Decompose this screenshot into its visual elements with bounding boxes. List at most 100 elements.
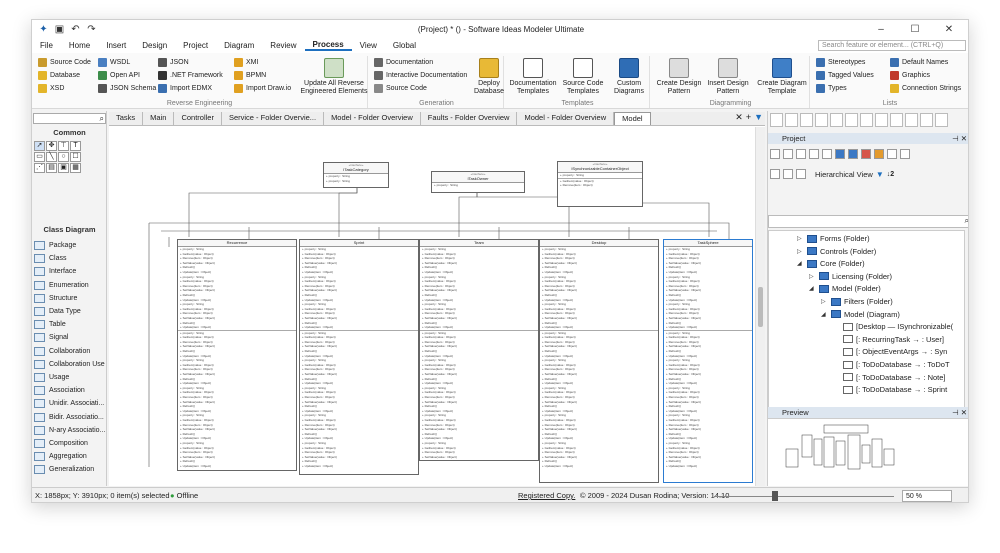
expander-icon[interactable]: ◢ <box>797 260 804 267</box>
common-section-header[interactable]: Common <box>32 128 107 137</box>
tab-service-folder-overview[interactable]: Service - Folder Overvie... <box>222 112 325 125</box>
toolbox-item-package[interactable]: Package <box>34 239 106 252</box>
expander-icon[interactable]: ▷ <box>821 298 828 305</box>
text-icon[interactable]: T <box>70 141 81 151</box>
import-edmx-button[interactable]: Import EDMX <box>158 84 212 93</box>
class-sprint[interactable]: Sprint + property : String + GetItem(value… <box>299 239 419 475</box>
tab-list-icon[interactable]: ▼ <box>754 112 763 123</box>
menu-diagram[interactable]: Diagram <box>216 41 262 50</box>
preview-pin-icon[interactable]: ⊣ ✕ <box>952 407 967 418</box>
class-team[interactable]: Team + property : String + GetItem(value :… <box>419 239 539 461</box>
toolbox-item-collaboration-use[interactable]: Collaboration Use <box>34 358 106 371</box>
class-isynchronizablecontainerobject[interactable]: «interface» ISynchronizableContainerObjec… <box>557 161 643 207</box>
panel-tool-12-icon[interactable] <box>935 113 948 127</box>
tab-model[interactable]: Model <box>614 112 651 125</box>
project-search-icon[interactable]: ⌕ <box>965 216 968 226</box>
tab-main[interactable]: Main <box>143 112 175 125</box>
xmi-button[interactable]: XMI <box>234 58 258 67</box>
toolbox-item-enumeration[interactable]: Enumeration <box>34 279 106 292</box>
zoom-slider-thumb[interactable] <box>772 491 778 501</box>
create-design-pattern-button[interactable]: Create Design Pattern <box>654 58 704 96</box>
expander-icon[interactable]: ◢ <box>809 285 816 292</box>
open-icon[interactable] <box>783 149 793 159</box>
toolbox-item-table[interactable]: Table <box>34 318 106 331</box>
tree-node[interactable]: [: ToDoDatabase → : Note] <box>833 373 946 382</box>
toolbox-item-bidir-associatio[interactable]: Bidir. Associatio... <box>34 411 106 424</box>
class-recurrence[interactable]: Recurrence + property : String + GetItem(v… <box>177 239 297 471</box>
zoom-slider[interactable] <box>714 496 894 497</box>
tree-node[interactable]: ◢ Model (Folder) <box>809 284 881 293</box>
default-names-button[interactable]: Default Names <box>890 58 948 67</box>
tab-model-folder-overview-1[interactable]: Model - Folder Overview <box>324 112 421 125</box>
panel-tool-3-icon[interactable] <box>800 113 813 127</box>
panel-tool-9-icon[interactable] <box>890 113 903 127</box>
collapse-icon[interactable] <box>796 169 806 179</box>
toolbox-item-data-type[interactable]: Data Type <box>34 305 106 318</box>
orange-item-icon[interactable] <box>874 149 884 159</box>
filter-doc-icon[interactable] <box>822 149 832 159</box>
image-icon[interactable]: ▦ <box>70 163 81 173</box>
ellipse-icon[interactable]: ○ <box>58 152 69 162</box>
red-item-icon[interactable] <box>861 149 871 159</box>
tree-node[interactable]: [: ToDoDatabase → : ToDoT <box>833 360 950 369</box>
menu-view[interactable]: View <box>352 41 385 50</box>
tree-node[interactable]: ◢ Core (Folder) <box>797 259 865 268</box>
project-tree[interactable]: ▷ Forms (Folder) ▷ Controls (Folder) ◢ Core (… <box>768 230 965 411</box>
create-diagram-template-button[interactable]: Create Diagram Template <box>756 58 808 96</box>
rect-icon[interactable]: ▭ <box>34 152 45 162</box>
panel-tool-1-icon[interactable] <box>770 113 783 127</box>
tree-node[interactable]: ▷ Controls (Folder) <box>797 247 876 256</box>
menu-project[interactable]: Project <box>175 41 216 50</box>
maximize-button[interactable]: ☐ <box>898 20 932 38</box>
expander-icon[interactable]: ▷ <box>797 248 804 255</box>
blue-folder-icon[interactable] <box>848 149 858 159</box>
expand-icon[interactable] <box>783 169 793 179</box>
registered-copy-link[interactable]: Registered Copy. <box>518 488 575 502</box>
panel-tool-5-icon[interactable] <box>830 113 843 127</box>
tree-node[interactable]: [: ObjectEventArgs → : Syn <box>833 347 947 356</box>
menu-design[interactable]: Design <box>134 41 175 50</box>
toolbox-item-aggregation[interactable]: Aggregation <box>34 450 106 463</box>
frame-icon[interactable]: ▣ <box>58 163 69 173</box>
class-itaskcategory[interactable]: «interface» ITaskCategory + property : Str… <box>323 162 389 188</box>
scroll-thumb[interactable] <box>758 287 763 327</box>
menu-process[interactable]: Process <box>304 40 352 51</box>
menu-global[interactable]: Global <box>385 41 424 50</box>
diagram-canvas[interactable]: «interface» ITaskCategory + property : Str… <box>109 127 755 486</box>
tree-node[interactable]: ▷ Filters (Folder) <box>821 297 893 306</box>
panel-tool-4-icon[interactable] <box>815 113 828 127</box>
search-icon[interactable]: ⌕ <box>100 114 104 124</box>
tree-node[interactable]: [Desktop — ISynchronizable( <box>833 322 953 331</box>
toolbox-item-association[interactable]: Association <box>34 384 106 397</box>
interactive-documentation-button[interactable]: Interactive Documentation <box>374 71 467 80</box>
sort-icon[interactable]: ↓2 <box>887 171 894 178</box>
diagram-preview[interactable] <box>768 418 968 486</box>
documentation-templates-button[interactable]: Documentation Templates <box>508 58 558 96</box>
class-desktop[interactable]: Desktop + property : String + GetItem(valu… <box>539 239 659 483</box>
toolbox-item-generalization[interactable]: Generalization <box>34 463 106 476</box>
undo-icon[interactable]: ↶ <box>70 24 81 35</box>
expander-icon[interactable]: ▷ <box>797 235 804 242</box>
close-tab-icon[interactable]: ✕ <box>735 112 743 123</box>
panel-tool-7-icon[interactable] <box>860 113 873 127</box>
save-icon[interactable]: ▣ <box>54 24 65 35</box>
menu-file[interactable]: File <box>32 41 61 50</box>
close-button[interactable]: ✕ <box>932 20 966 38</box>
panel-tool-11-icon[interactable] <box>920 113 933 127</box>
source-code-import-button[interactable]: Source Code <box>38 58 91 67</box>
toolbox-item-signal[interactable]: Signal <box>34 331 106 344</box>
graphics-button[interactable]: Graphics <box>890 71 930 80</box>
panel-tool-6-icon[interactable] <box>845 113 858 127</box>
table-tool-icon[interactable]: ▤ <box>46 163 57 173</box>
menu-home[interactable]: Home <box>61 41 98 50</box>
documentation-button[interactable]: Documentation <box>374 58 433 67</box>
menu-review[interactable]: Review <box>262 41 304 50</box>
toolbox-item-usage[interactable]: Usage <box>34 371 106 384</box>
panel-tool-2-icon[interactable] <box>785 113 798 127</box>
feature-search-input[interactable]: Search feature or element... (CTRL+Q) <box>818 40 966 51</box>
database-button[interactable]: Database <box>38 71 80 80</box>
zoom-level-select[interactable]: 50 % <box>902 490 952 502</box>
connection-strings-button[interactable]: Connection Strings <box>890 84 961 93</box>
view-mode-select[interactable]: Hierarchical View <box>815 170 873 179</box>
deploy-database-button[interactable]: Deploy Database <box>474 58 504 96</box>
